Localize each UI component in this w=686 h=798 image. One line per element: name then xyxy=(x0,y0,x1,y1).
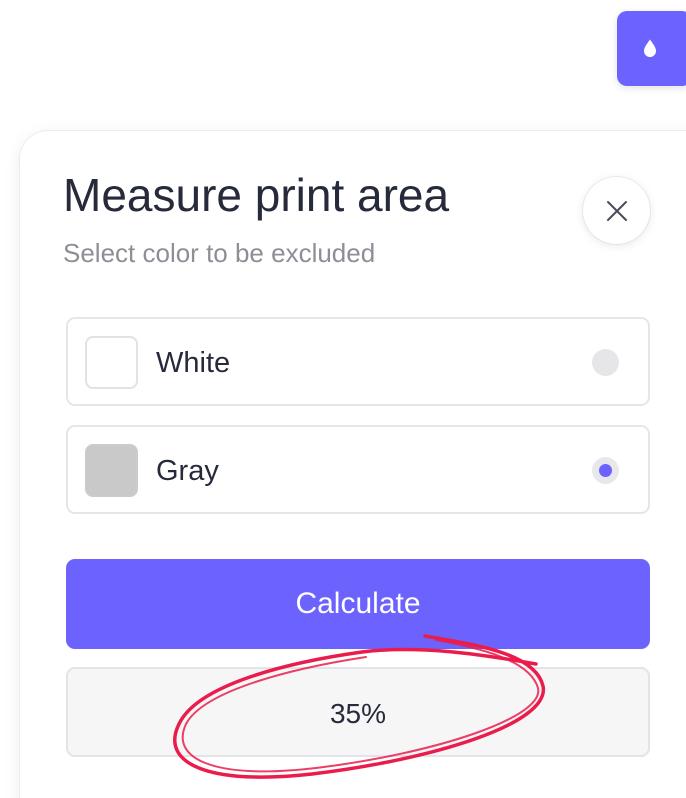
droplet-icon xyxy=(643,39,656,57)
result-field: 35% xyxy=(66,667,650,757)
dialog-subtitle: Select color to be excluded xyxy=(63,238,376,268)
calculate-button[interactable]: Calculate xyxy=(66,559,650,649)
close-icon xyxy=(606,200,627,221)
result-value: 35% xyxy=(329,698,387,729)
color-swatch-white xyxy=(85,336,138,389)
option-label: Gray xyxy=(156,455,219,487)
color-swatch-gray xyxy=(85,444,138,497)
screen: Measure print area Select color to be ex… xyxy=(0,0,686,798)
close-button[interactable] xyxy=(583,177,650,244)
radio-selected-dot xyxy=(599,464,612,477)
option-white[interactable]: White xyxy=(66,317,650,406)
radio-white[interactable] xyxy=(592,349,619,376)
dialog-title: Measure print area xyxy=(63,169,450,221)
radio-gray[interactable] xyxy=(592,457,619,484)
option-label: White xyxy=(156,347,231,379)
option-gray[interactable]: Gray xyxy=(66,425,650,514)
droplet-button[interactable] xyxy=(617,11,686,86)
